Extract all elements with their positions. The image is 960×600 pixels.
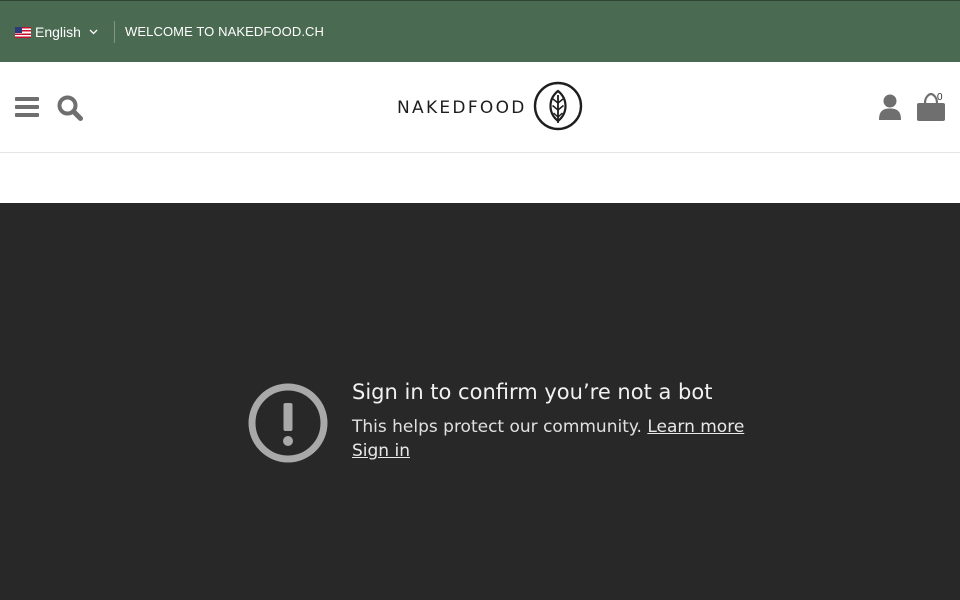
- learn-more-link[interactable]: Learn more: [647, 417, 744, 437]
- bot-check-title: Sign in to confirm you’re not a bot: [352, 380, 713, 404]
- site-header: NAKEDFOOD 0: [0, 62, 960, 153]
- alert-icon: [248, 383, 328, 463]
- cart-count: 0: [937, 92, 943, 103]
- top-bar-divider: [114, 21, 115, 43]
- logo-text: NAKEDFOOD: [397, 98, 527, 118]
- language-label: English: [35, 24, 81, 40]
- chevron-down-icon: [89, 27, 98, 38]
- menu-icon[interactable]: [15, 97, 39, 117]
- spacer-strip: [0, 153, 960, 203]
- search-icon[interactable]: [56, 94, 84, 122]
- user-account-icon[interactable]: [879, 94, 901, 120]
- bot-check-body: This helps protect our community.: [352, 417, 642, 437]
- top-bar: English WELCOME TO NAKEDFOOD.CH: [0, 0, 960, 62]
- leaf-icon: [533, 81, 583, 136]
- site-logo[interactable]: NAKEDFOOD: [397, 81, 583, 136]
- welcome-message: WELCOME TO NAKEDFOOD.CH: [125, 24, 325, 39]
- video-embed: Sign in to confirm you’re not a bot This…: [0, 203, 960, 600]
- language-selector[interactable]: English: [15, 1, 98, 63]
- sign-in-link[interactable]: Sign in: [352, 441, 410, 461]
- us-flag-icon: [15, 26, 31, 38]
- bot-check-message: This helps protect our community. Learn …: [352, 417, 744, 437]
